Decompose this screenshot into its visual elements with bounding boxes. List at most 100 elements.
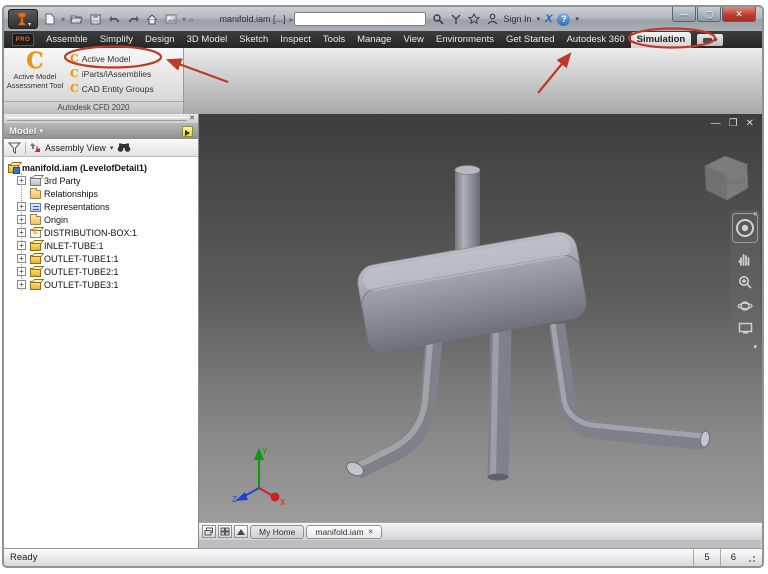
tab-assemble[interactable]: Assemble <box>40 32 94 48</box>
redo-button[interactable] <box>125 12 141 27</box>
folder-icon <box>30 188 41 199</box>
tab-sketch[interactable]: Sketch <box>233 32 274 48</box>
look-at-icon[interactable] <box>738 322 753 334</box>
orbit-icon[interactable] <box>737 299 753 313</box>
tab-simplify[interactable]: Simplify <box>94 32 139 48</box>
panel-close-icon[interactable]: ✕ <box>189 115 195 122</box>
application-menu-button[interactable] <box>8 9 38 29</box>
maximize-button[interactable]: ▢ <box>697 7 721 22</box>
tab-inspect[interactable]: Inspect <box>274 32 317 48</box>
active-model-assessment-tool-button[interactable]: C Active Model Assessment Tool <box>4 48 66 101</box>
sign-in-label[interactable]: Sign In <box>504 14 532 24</box>
search-icon[interactable] <box>432 13 445 26</box>
iparts-iassemblies-button[interactable]: C iParts/iAssemblies <box>66 66 183 81</box>
chevron-down-icon[interactable]: ▾ <box>39 127 43 135</box>
expand-icon[interactable]: + <box>17 202 26 211</box>
part-icon <box>30 281 41 290</box>
favorites-star-icon[interactable] <box>468 13 481 26</box>
dropdown-caret[interactable]: ▾ <box>61 15 65 24</box>
tree-item[interactable]: + Representations <box>4 200 198 213</box>
qat-overflow-button[interactable]: » <box>189 15 193 24</box>
communication-center-icon[interactable] <box>450 13 463 26</box>
help-caret[interactable]: ▾ <box>575 15 579 23</box>
save-button[interactable] <box>87 12 103 27</box>
tab-view[interactable]: View <box>397 32 429 48</box>
triad-y-label: Y <box>262 447 268 456</box>
tab-3d-model[interactable]: 3D Model <box>181 32 234 48</box>
part-icon <box>30 242 41 251</box>
view-mode-caret[interactable]: ▾ <box>110 144 114 152</box>
render-image-button[interactable] <box>163 12 179 27</box>
sign-in-caret[interactable]: ▾ <box>537 15 541 23</box>
cascade-windows-button[interactable] <box>202 525 216 538</box>
cfd-icon: C <box>70 52 79 65</box>
title-expand-caret[interactable]: ▸ <box>290 15 294 24</box>
status-counter-1: 5 <box>693 549 719 566</box>
tree-item[interactable]: + OUTLET-TUBE2:1 <box>4 265 198 278</box>
steering-wheel-button[interactable]: ✕ <box>732 211 758 243</box>
exchange-apps-icon[interactable]: X <box>545 13 552 25</box>
tree-item-root[interactable]: manifold.iam (LevelofDetail1) <box>4 161 198 174</box>
tree-item[interactable]: + Origin <box>4 213 198 226</box>
tab-environments[interactable]: Environments <box>430 32 500 48</box>
tree-item[interactable]: + OUTLET-TUBE3:1 <box>4 278 198 291</box>
tab-my-home[interactable]: My Home <box>250 524 305 539</box>
tree-item[interactable]: + OUTLET-TUBE1:1 <box>4 252 198 265</box>
resize-grip[interactable] <box>746 552 756 563</box>
help-icon[interactable]: ? <box>557 12 571 26</box>
tree-item[interactable]: + 3rd Party <box>4 174 198 187</box>
dock-grip[interactable] <box>7 116 188 121</box>
cad-entity-groups-button[interactable]: C CAD Entity Groups <box>66 81 183 96</box>
expand-icon[interactable]: + <box>17 280 26 289</box>
active-model-button[interactable]: C Active Model <box>66 51 183 66</box>
navbar-more-caret[interactable]: ▾ <box>753 343 757 351</box>
window-title: manifold.iam [...] <box>219 14 286 24</box>
undo-button[interactable] <box>106 12 122 27</box>
zoom-icon[interactable] <box>738 275 753 290</box>
tab-manifold-iam[interactable]: manifold.iam ✕ <box>306 524 383 539</box>
view-mode-label[interactable]: Assembly View <box>45 143 106 153</box>
expand-icon[interactable]: + <box>17 176 26 185</box>
expand-icon[interactable]: + <box>17 215 26 224</box>
tab-close-icon[interactable]: ✕ <box>368 528 374 536</box>
tab-simulation[interactable]: Simulation <box>630 32 692 48</box>
close-button[interactable]: ✕ <box>722 7 756 22</box>
status-bar: Ready 5 6 <box>4 548 762 566</box>
assembly-view-icon[interactable] <box>30 142 41 153</box>
open-file-button[interactable] <box>68 12 84 27</box>
tree-item[interactable]: + DISTRIBUTION-BOX:1 <box>4 226 198 239</box>
tab-tools[interactable]: Tools <box>317 32 351 48</box>
home-button[interactable] <box>144 12 160 27</box>
find-binoculars-icon[interactable] <box>117 142 131 153</box>
filter-icon[interactable] <box>8 142 21 154</box>
collapse-tab-bar-button[interactable] <box>234 525 248 538</box>
quick-access-toolbar: ▾ ▾ » <box>42 12 193 27</box>
expand-icon[interactable]: + <box>17 254 26 263</box>
ribbon-panel-area: C Active Model Assessment Tool C Active M… <box>4 48 762 114</box>
tile-windows-button[interactable] <box>218 525 232 538</box>
user-icon[interactable] <box>486 13 499 26</box>
pan-hand-icon[interactable] <box>737 252 753 266</box>
new-file-button[interactable] <box>42 12 58 27</box>
expand-icon[interactable]: + <box>17 241 26 250</box>
tab-get-started[interactable]: Get Started <box>500 32 561 48</box>
minimize-button[interactable]: — <box>672 7 696 22</box>
tab-design[interactable]: Design <box>139 32 181 48</box>
infocenter-search-input[interactable] <box>293 12 426 26</box>
navbar-close-icon[interactable]: ✕ <box>753 211 758 218</box>
browser-header[interactable]: Model ▾ <box>4 123 198 139</box>
panel-dock-bar[interactable]: ✕ <box>4 114 198 123</box>
browser-title: Model <box>9 125 37 137</box>
tree-item[interactable]: + INLET-TUBE:1 <box>4 239 198 252</box>
browser-flyout-icon[interactable] <box>182 125 193 137</box>
dropdown-caret[interactable]: ▾ <box>182 15 186 24</box>
tab-manage[interactable]: Manage <box>351 32 397 48</box>
ribbon-display-toggle-button[interactable]: ▾ <box>697 34 724 46</box>
viewcube[interactable]: RIGHT <box>697 148 757 210</box>
tree-item[interactable]: Relationships <box>4 187 198 200</box>
panel-title[interactable]: Autodesk CFD 2020 <box>4 101 183 114</box>
expand-icon[interactable]: + <box>17 267 26 276</box>
model-viewport[interactable]: — ❐ ✕ RIGHT ✕ ▾ Z X Y <box>199 114 762 522</box>
tab-autodesk-360[interactable]: Autodesk 360 <box>561 32 631 48</box>
expand-icon[interactable]: + <box>17 228 26 237</box>
